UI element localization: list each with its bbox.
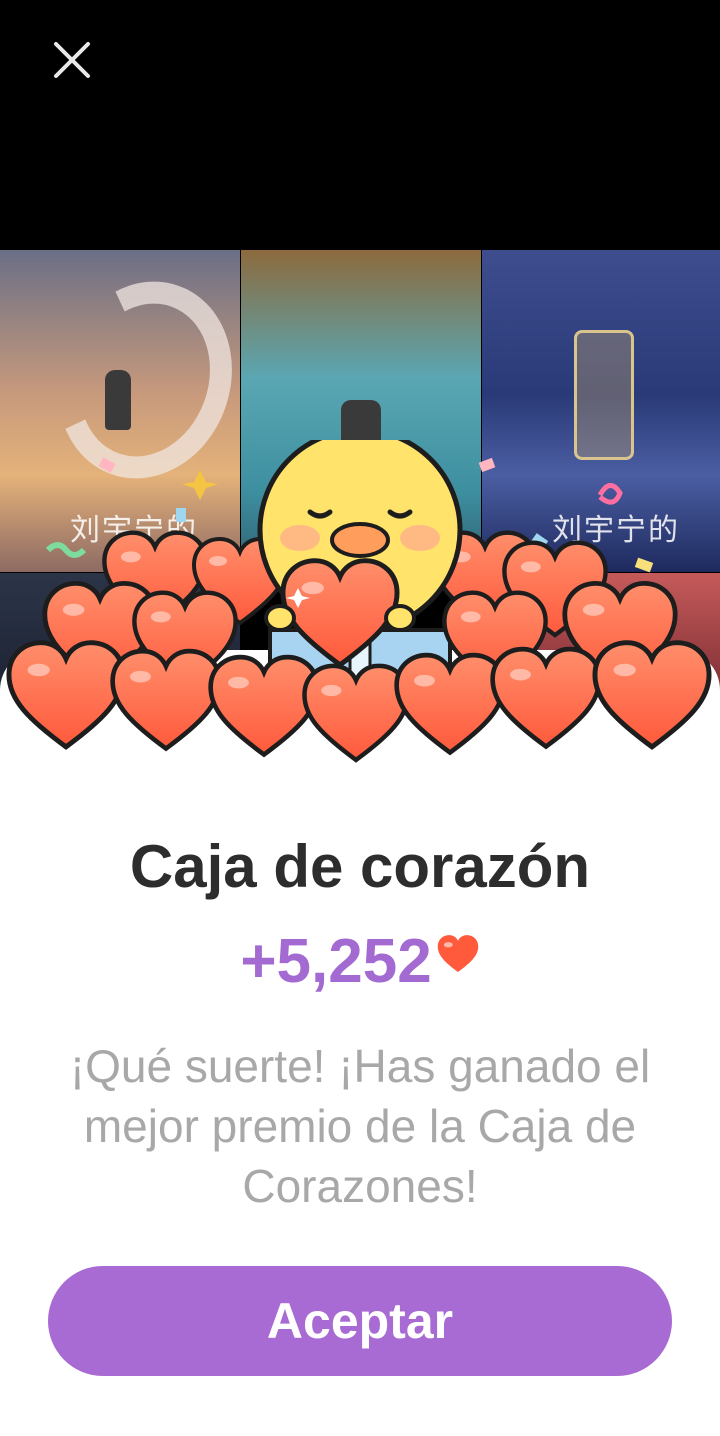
chick-with-hearts-illustration — [0, 440, 720, 780]
reward-amount: +5,252 — [0, 926, 720, 997]
dialog-title: Caja de corazón — [129, 833, 591, 900]
close-icon — [54, 42, 90, 78]
accept-button[interactable]: Aceptar — [48, 1266, 672, 1376]
close-button[interactable] — [48, 36, 96, 84]
reward-amount-value: +5,252 — [240, 927, 432, 996]
heart-icon — [437, 935, 478, 973]
reward-message: ¡Qué suerte! ¡Has ganado el mejor premio… — [69, 1040, 651, 1212]
